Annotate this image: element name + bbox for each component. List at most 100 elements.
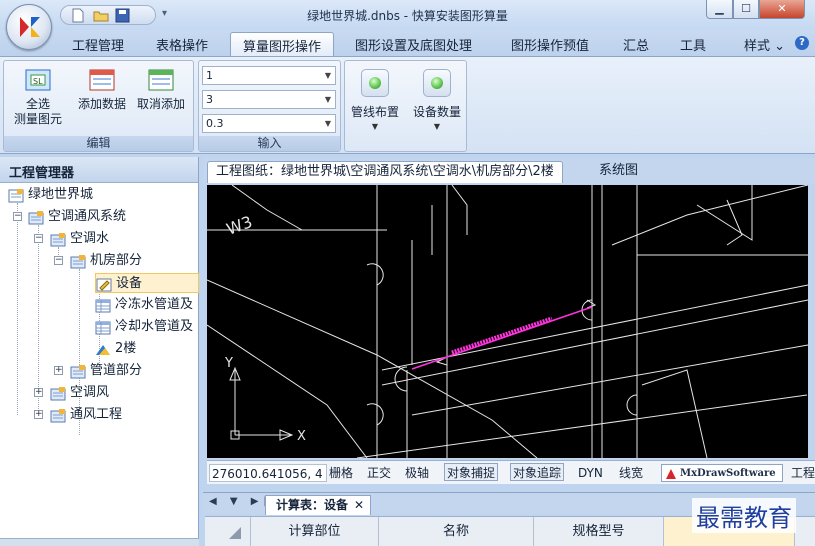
edit-group-label: 编辑: [4, 136, 193, 151]
folder-icon: [50, 386, 66, 400]
expand-icon[interactable]: +: [34, 410, 43, 419]
app-logo-icon: [20, 17, 40, 37]
mxdraw-logo-icon: [666, 469, 676, 479]
tree-node-ventilation[interactable]: 通风工程: [50, 405, 122, 425]
ucs-icon: [229, 366, 294, 441]
dyn-toggle[interactable]: DYN: [578, 464, 603, 482]
tree-label-equipment: 设备: [116, 276, 143, 291]
cad-wall-line: [726, 199, 743, 246]
folder-icon: [28, 210, 44, 224]
tab-system-diagram[interactable]: 系统图: [591, 161, 646, 183]
tab-calculation-table[interactable]: 计算表：设备 ✕: [265, 495, 372, 515]
polar-toggle[interactable]: 极轴: [405, 464, 429, 482]
cad-door-arc: [366, 403, 384, 426]
select-all-corner[interactable]: [205, 517, 251, 546]
close-button[interactable]: ✕: [759, 0, 805, 19]
input-combo-2-value: 3: [206, 93, 213, 106]
tree-node-machine-room[interactable]: 机房部分: [70, 251, 142, 271]
chevron-down-icon: ▼: [324, 71, 331, 80]
tree-node-aircon-wind[interactable]: 空调风: [50, 383, 109, 403]
tree-node-cooling-pipe[interactable]: 冷却水管道及: [95, 317, 193, 337]
tree-label-ventilation: 通风工程: [70, 407, 123, 422]
folder-icon: [70, 364, 86, 378]
folder-icon: [70, 254, 86, 268]
tree-node-chilled-pipe[interactable]: 冷冻水管道及: [95, 295, 193, 315]
tab-quantity-graphics[interactable]: 算量图形操作: [230, 32, 335, 57]
tree-label-pipe-part: 管道部分: [90, 363, 143, 378]
lineweight-toggle[interactable]: 线宽: [619, 464, 643, 482]
tree-node-floor2[interactable]: 2楼: [95, 339, 136, 359]
cad-drawing[interactable]: W3 Y X: [206, 184, 809, 459]
chevron-down-icon: ▼: [371, 122, 379, 131]
pipe-layout-button[interactable]: 管线布置 ▼: [347, 65, 403, 131]
tab-summary[interactable]: 汇总: [623, 35, 649, 54]
tab-navigation-arrows[interactable]: ◀ ▼ ▶|: [209, 496, 272, 507]
help-icon[interactable]: ?: [795, 36, 809, 50]
column-header-name[interactable]: 名称: [379, 517, 534, 546]
ribbon-tab-bar: 工程管理 表格操作 算量图形操作 图形设置及底图处理 图形操作预值 汇总 工具 …: [0, 30, 815, 57]
calculation-tab-label: 计算表：设备: [276, 498, 349, 512]
column-header-location[interactable]: 计算部位: [251, 517, 379, 546]
close-icon[interactable]: ✕: [354, 496, 364, 514]
cad-wall-line: [206, 279, 538, 459]
coordinate-readout: 276010.641056, 4: [209, 464, 327, 482]
ortho-toggle[interactable]: 正交: [367, 464, 391, 482]
status-bar: 276010.641056, 4 栅格 正交 极轴 对象捕捉 对象追踪 DYN …: [207, 460, 815, 484]
input-group-label: 输入: [199, 136, 340, 151]
tab-drawing[interactable]: 工程图纸：绿地世界城\空调通风系统\空调水\机房部分\2楼: [207, 161, 563, 183]
tab-table-operations[interactable]: 表格操作: [156, 35, 208, 54]
cad-drawing-canvas[interactable]: W3 Y X: [206, 184, 809, 459]
collapse-icon[interactable]: −: [13, 212, 22, 221]
project-manager-panel: 工程管理器 绿地世界城 − 空调通风系统 − 空调水 − 机房部分 设备 冷冻水…: [0, 157, 199, 546]
add-data-icon: [89, 69, 115, 91]
tree-label-chilled-pipe: 冷冻水管道及: [115, 297, 194, 312]
left-panel-scroll-strip[interactable]: [0, 538, 199, 546]
column-header-spec[interactable]: 规格型号: [534, 517, 664, 546]
input-combo-2[interactable]: 3 ▼: [202, 90, 336, 109]
tab-project-management[interactable]: 工程管理: [72, 35, 124, 54]
tab-tools[interactable]: 工具: [680, 35, 706, 54]
cad-wall-line: [696, 185, 753, 241]
table-icon: [95, 321, 111, 334]
tab-graphic-settings[interactable]: 图形设置及底图处理: [355, 35, 472, 54]
add-data-button[interactable]: 添加数据: [74, 67, 130, 112]
pipe-layout-label: 管线布置: [350, 105, 399, 119]
selected-pipe[interactable]: [411, 306, 593, 370]
device-count-label: 设备数量: [412, 105, 461, 119]
minimize-button[interactable]: ▁: [706, 0, 733, 19]
grid-toggle[interactable]: 栅格: [329, 464, 353, 482]
project-manager-title: 工程管理器: [0, 157, 198, 183]
tree-node-pipe-part[interactable]: 管道部分: [70, 361, 142, 381]
edit-sheet-icon: [96, 278, 112, 291]
tree-label-hvac: 空调通风系统: [48, 209, 127, 224]
cad-beam-line: [356, 394, 808, 459]
tree-node-aircon-water[interactable]: 空调水: [50, 229, 109, 249]
tab-graphic-presets[interactable]: 图形操作预值: [511, 35, 589, 54]
input-combo-3-value: 0.3: [206, 117, 224, 130]
tree-label-machine-room: 机房部分: [90, 253, 143, 268]
expand-icon[interactable]: +: [34, 388, 43, 397]
layout-group: 管线布置 ▼ 设备数量 ▼: [344, 60, 467, 152]
status-trailing: 工程: [791, 466, 815, 480]
tree-node-equipment[interactable]: 设备: [95, 273, 199, 293]
select-all-measure-button[interactable]: SL 全选 测量图元: [8, 67, 68, 127]
chevron-down-icon: ▼: [433, 122, 441, 131]
title-bar: ▾ 绿地世界城.dnbs - 快算安装图形算量 ▁ ☐ ✕: [0, 0, 815, 30]
table-icon: [95, 299, 111, 312]
maximize-button[interactable]: ☐: [733, 0, 759, 19]
expand-icon[interactable]: +: [54, 366, 63, 375]
cancel-add-button[interactable]: 取消添加: [132, 67, 190, 112]
collapse-icon[interactable]: −: [34, 234, 43, 243]
object-snap-toggle[interactable]: 对象捕捉: [444, 463, 499, 481]
style-menu[interactable]: 样式 ⌄: [744, 35, 785, 54]
app-menu-button[interactable]: [6, 4, 52, 50]
collapse-icon[interactable]: −: [54, 256, 63, 265]
tree-label-aircon-wind: 空调风: [70, 385, 110, 400]
device-count-button[interactable]: 设备数量 ▼: [409, 65, 465, 131]
object-track-toggle[interactable]: 对象追踪: [510, 463, 565, 481]
tree-node-root[interactable]: 绿地世界城: [8, 185, 93, 205]
input-combo-3[interactable]: 0.3 ▼: [202, 114, 336, 133]
tree-node-hvac[interactable]: 空调通风系统: [28, 207, 126, 227]
device-count-icon: [423, 69, 451, 97]
input-combo-1[interactable]: 1 ▼: [202, 66, 336, 85]
